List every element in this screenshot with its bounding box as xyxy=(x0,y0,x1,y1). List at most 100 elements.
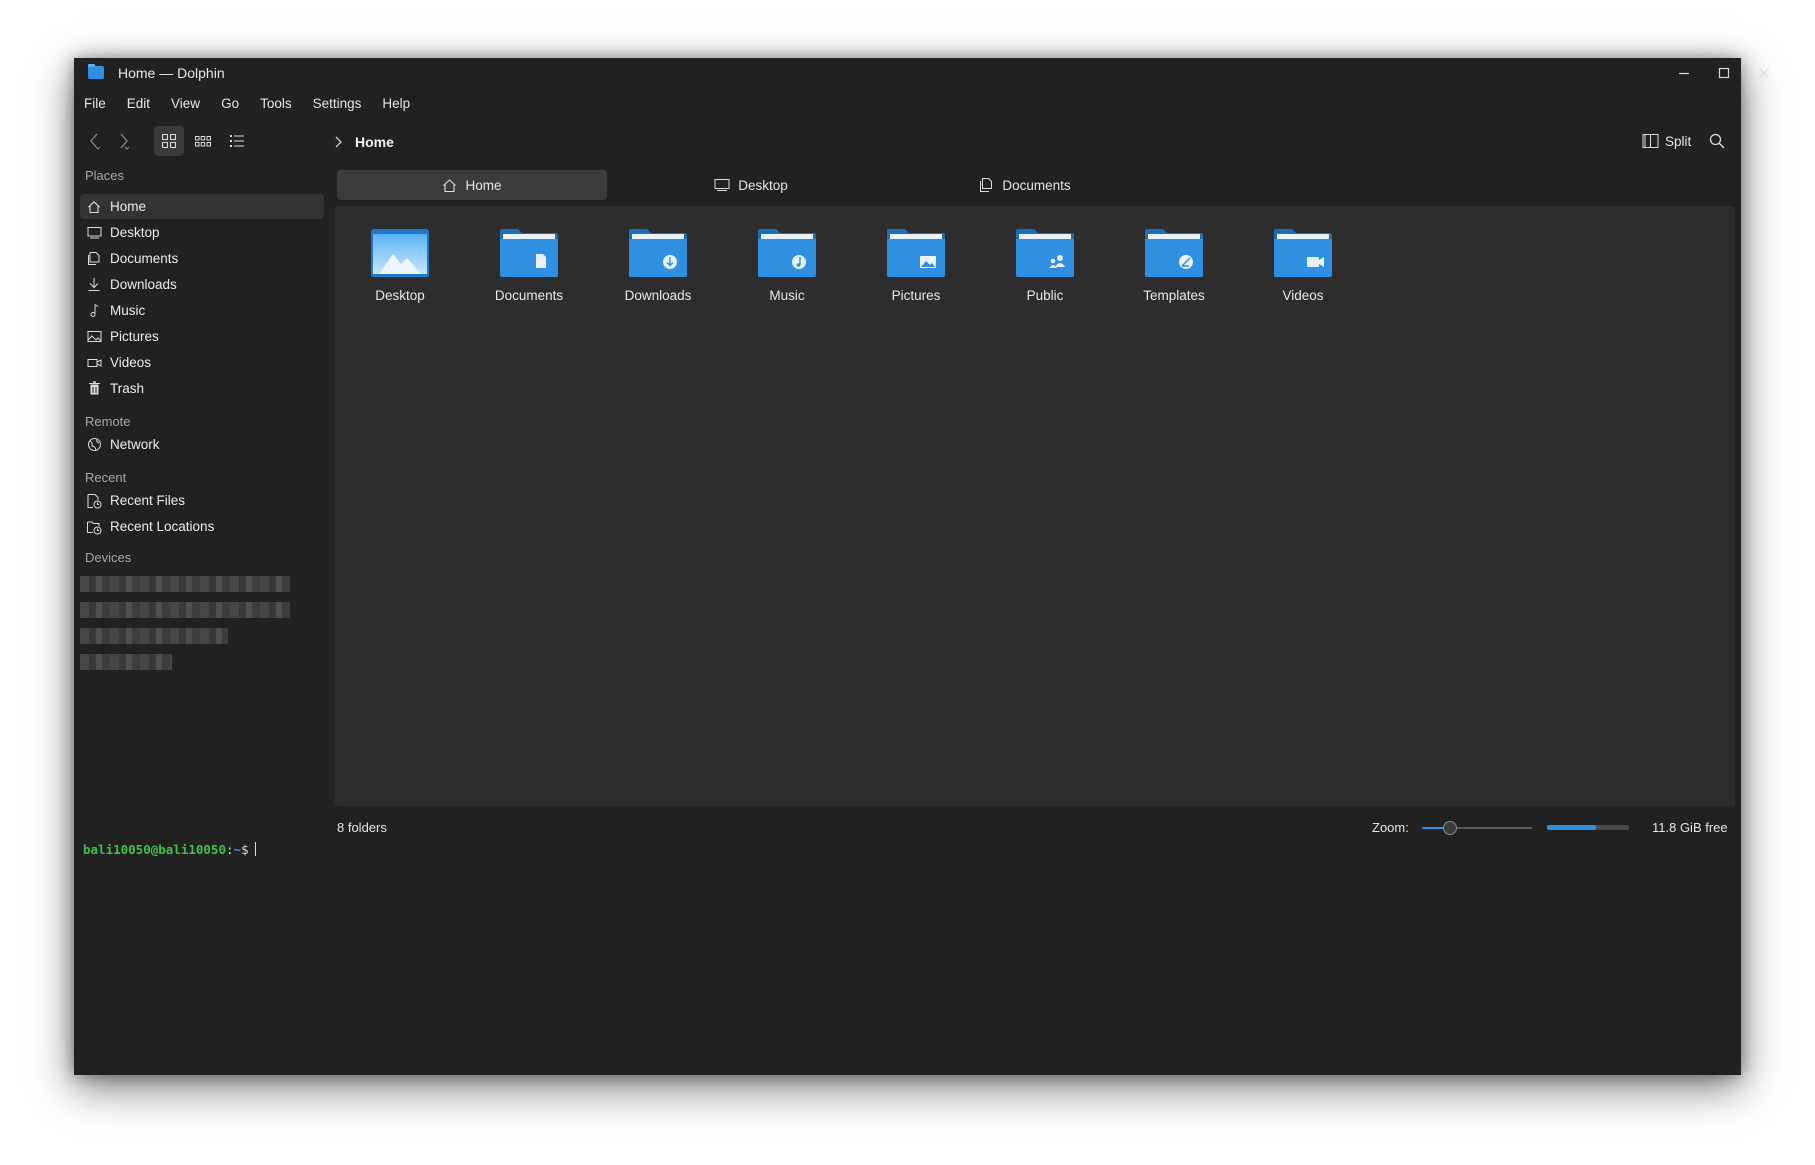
folder-label: Public xyxy=(1026,288,1064,303)
breadcrumb-chevron-icon xyxy=(335,136,342,148)
trash-icon xyxy=(86,381,102,397)
folder-videos[interactable]: Videos xyxy=(1248,228,1358,308)
sidebar-item-recent-locations[interactable]: Recent Locations xyxy=(80,514,324,539)
menu-file[interactable]: File xyxy=(84,94,116,116)
sidebar-item-trash[interactable]: Trash xyxy=(80,376,324,401)
templates-folder-icon xyxy=(1145,229,1203,277)
icons-view-icon xyxy=(162,134,176,148)
dolphin-window: Home — Dolphin File Edit View Go Tools S… xyxy=(74,58,1769,1075)
title-bar[interactable]: Home — Dolphin xyxy=(74,58,1769,88)
desktop-folder-icon xyxy=(371,229,429,277)
sidebar-item-network[interactable]: Network xyxy=(80,432,324,457)
terminal-cursor xyxy=(254,842,256,856)
forward-button[interactable] xyxy=(109,126,139,156)
folder-label: Music xyxy=(769,288,805,303)
sidebar-item-label: Pictures xyxy=(110,329,159,344)
menu-edit[interactable]: Edit xyxy=(127,94,160,116)
folder-label: Desktop xyxy=(375,288,425,303)
back-button[interactable] xyxy=(80,126,110,156)
close-icon xyxy=(1759,68,1769,78)
sidebar-item-label: Music xyxy=(110,303,146,318)
places-section-header: Places xyxy=(85,168,125,183)
folder-label: Downloads xyxy=(624,288,692,303)
sidebar-item-desktop[interactable]: Desktop xyxy=(80,220,324,245)
close-button[interactable] xyxy=(1752,62,1776,84)
home-icon xyxy=(443,178,457,192)
device-item-redacted[interactable] xyxy=(80,654,172,670)
sidebar-item-label: Recent Files xyxy=(110,493,186,508)
folder-downloads[interactable]: Downloads xyxy=(603,228,713,308)
sidebar-item-home[interactable]: Home xyxy=(80,194,324,219)
menu-tools[interactable]: Tools xyxy=(260,94,302,116)
split-button[interactable]: Split xyxy=(1642,128,1691,154)
maximize-button[interactable] xyxy=(1712,62,1736,84)
desktop-icon xyxy=(714,179,730,191)
sidebar-item-videos[interactable]: Videos xyxy=(80,350,324,375)
search-button[interactable] xyxy=(1704,128,1730,154)
sidebar-item-label: Videos xyxy=(110,355,152,370)
menu-settings[interactable]: Settings xyxy=(313,94,372,116)
terminal-prompt: $ xyxy=(241,842,249,857)
pictures-folder-icon xyxy=(887,229,945,277)
forward-arrow-icon xyxy=(120,133,130,150)
remote-section-header: Remote xyxy=(85,414,131,429)
device-item-redacted[interactable] xyxy=(80,576,290,592)
sidebar-item-label: Recent Locations xyxy=(110,519,215,534)
device-item-redacted[interactable] xyxy=(80,628,228,644)
menu-view[interactable]: View xyxy=(171,94,210,116)
device-item-redacted[interactable] xyxy=(80,602,290,618)
dolphin-app-icon xyxy=(88,64,104,79)
desktop-icon xyxy=(86,225,102,241)
menu-go[interactable]: Go xyxy=(221,94,249,116)
folder-desktop[interactable]: Desktop xyxy=(345,228,455,308)
pictures-icon xyxy=(86,329,102,345)
folder-templates[interactable]: Templates xyxy=(1119,228,1229,308)
sidebar-item-pictures[interactable]: Pictures xyxy=(80,324,324,349)
music-icon xyxy=(86,303,102,319)
recent-files-icon xyxy=(86,493,102,509)
minimize-icon xyxy=(1679,72,1689,75)
used-space-fill xyxy=(1547,825,1597,830)
tab-documents[interactable]: Documents xyxy=(890,170,1160,200)
sidebar-item-recent-files[interactable]: Recent Files xyxy=(80,488,324,513)
tab-label: Desktop xyxy=(738,177,788,193)
compact-view-button[interactable] xyxy=(188,126,218,156)
folder-public[interactable]: Public xyxy=(990,228,1100,308)
music-folder-icon xyxy=(758,229,816,277)
folder-music[interactable]: Music xyxy=(732,228,842,308)
sidebar-item-downloads[interactable]: Downloads xyxy=(80,272,324,297)
zoom-slider[interactable] xyxy=(1422,821,1532,835)
free-space-label: 11.8 GiB free xyxy=(1652,820,1728,835)
folder-documents[interactable]: Documents xyxy=(474,228,584,308)
public-folder-icon xyxy=(1016,229,1074,277)
folder-pictures[interactable]: Pictures xyxy=(861,228,971,308)
devices-section-header: Devices xyxy=(85,550,132,565)
documents-icon xyxy=(980,178,993,192)
sidebar-item-music[interactable]: Music xyxy=(80,298,324,323)
compact-view-icon xyxy=(195,136,211,147)
search-icon xyxy=(1709,133,1725,149)
videos-icon xyxy=(86,355,102,371)
folder-count: 8 folders xyxy=(337,820,387,835)
tab-label: Documents xyxy=(1002,177,1071,193)
tab-home[interactable]: Home xyxy=(337,170,607,200)
terminal-panel[interactable]: bali10050@bali10050:~$ xyxy=(83,842,256,857)
terminal-user-host: bali10050@bali10050 xyxy=(83,842,226,857)
zoom-slider-handle[interactable] xyxy=(1442,821,1457,835)
minimize-button[interactable] xyxy=(1672,62,1696,84)
breadcrumb-home[interactable]: Home xyxy=(355,134,394,150)
menu-bar: File Edit View Go Tools Settings Help xyxy=(84,94,431,116)
downloads-folder-icon xyxy=(629,229,687,277)
tab-desktop[interactable]: Desktop xyxy=(616,170,886,200)
menu-help[interactable]: Help xyxy=(382,94,420,116)
split-view-icon xyxy=(1642,134,1659,148)
details-view-button[interactable] xyxy=(222,126,252,156)
icons-view-button[interactable] xyxy=(154,126,184,156)
zoom-label: Zoom: xyxy=(1372,820,1409,835)
sidebar-item-label: Trash xyxy=(110,381,145,396)
sidebar-item-documents[interactable]: Documents xyxy=(80,246,324,271)
folder-view[interactable]: Desktop Documents Downloads Music Pictur… xyxy=(335,206,1735,806)
tab-label: Home xyxy=(465,177,502,193)
videos-folder-icon xyxy=(1274,229,1332,277)
sidebar-item-label: Downloads xyxy=(110,277,177,292)
